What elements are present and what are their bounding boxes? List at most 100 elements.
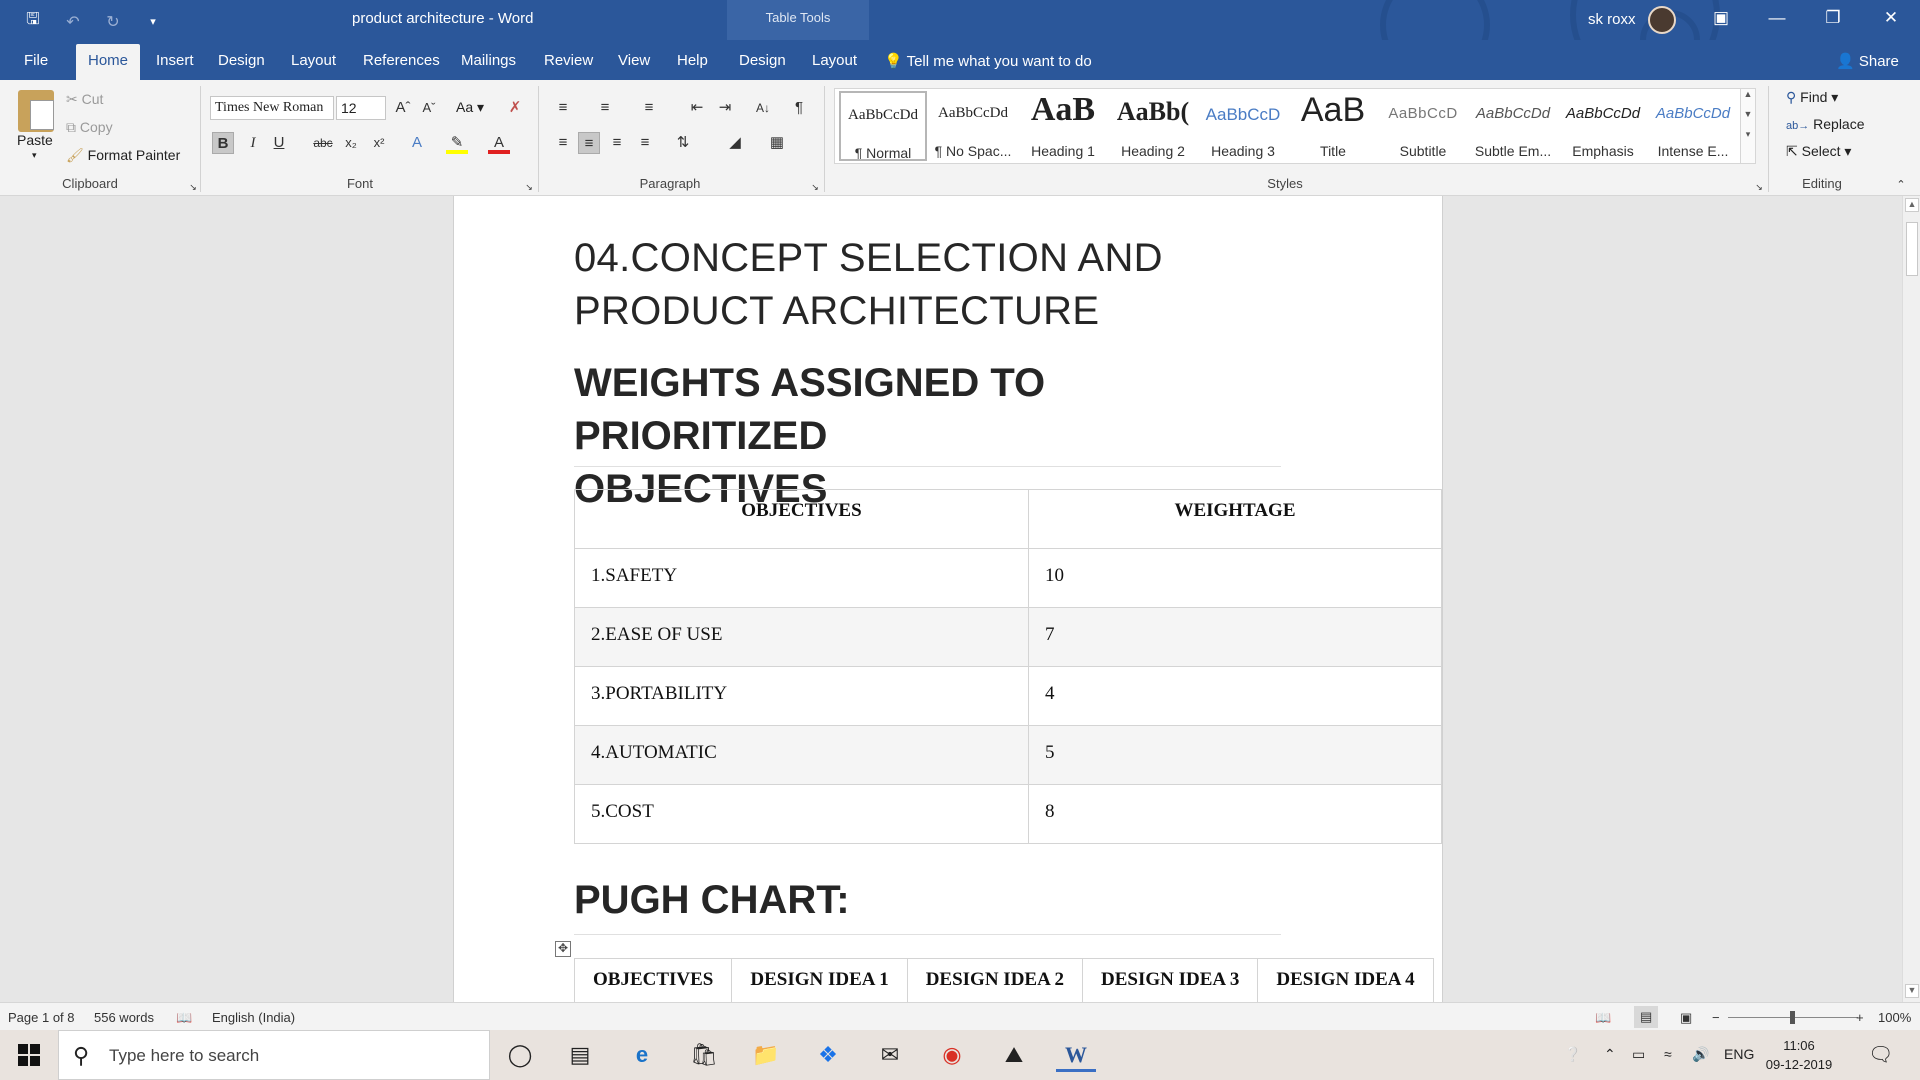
ribbon-display-options-icon[interactable]: ▣ bbox=[1706, 8, 1736, 28]
find-button[interactable]: ⚲ Find ▾ bbox=[1786, 89, 1838, 106]
table-cell[interactable]: 4 bbox=[1027, 666, 1442, 726]
table-header-cell[interactable]: DESIGN IDEA 4 bbox=[1257, 958, 1434, 1002]
increase-indent-icon[interactable]: ⇥ bbox=[714, 97, 736, 119]
justify-icon[interactable]: ≡ bbox=[634, 132, 656, 154]
chrome-icon[interactable]: ◉ bbox=[932, 1038, 972, 1072]
italic-icon[interactable]: I bbox=[242, 132, 264, 154]
format-painter-button[interactable]: 🖌 Format Painter bbox=[66, 147, 180, 164]
text-effects-icon[interactable]: A bbox=[406, 132, 428, 154]
tab-insert[interactable]: Insert bbox=[156, 52, 194, 69]
mail-icon[interactable]: ✉ bbox=[870, 1038, 910, 1072]
scroll-down-icon[interactable]: ▼ bbox=[1905, 984, 1919, 998]
zoom-in-icon[interactable]: + bbox=[1856, 1010, 1864, 1025]
help-icon[interactable]: ❔ bbox=[1564, 1046, 1581, 1063]
word-icon[interactable]: W bbox=[1056, 1038, 1096, 1072]
table-cell[interactable]: 8 bbox=[1027, 784, 1442, 844]
minimize-icon[interactable]: — bbox=[1762, 8, 1792, 28]
task-view-icon[interactable]: ▤ bbox=[560, 1038, 600, 1072]
styles-gallery-scroll[interactable]: ▲ ▼ ▾ bbox=[1740, 88, 1756, 164]
style-subtitle[interactable]: AaBbCcD Subtitle bbox=[1379, 91, 1467, 161]
align-center-icon[interactable]: ≡ bbox=[578, 132, 600, 154]
table-cell[interactable]: 5.COST bbox=[574, 784, 1029, 844]
paragraph-launcher-icon[interactable]: ↘ bbox=[804, 176, 826, 198]
style-heading-2[interactable]: AaBb( Heading 2 bbox=[1109, 91, 1197, 161]
wifi-icon[interactable]: ≈ bbox=[1664, 1046, 1672, 1062]
windows-start-icon[interactable] bbox=[18, 1044, 40, 1066]
tell-me-search[interactable]: 💡 Tell me what you want to do bbox=[884, 52, 1092, 70]
undo-icon[interactable]: ↶ bbox=[62, 12, 84, 32]
sort-icon[interactable]: A↓ bbox=[752, 97, 774, 119]
clear-formatting-icon[interactable]: ✗ bbox=[504, 97, 526, 119]
subscript-icon[interactable]: x₂ bbox=[340, 132, 362, 154]
table-header-cell[interactable]: OBJECTIVES bbox=[574, 489, 1029, 549]
user-name[interactable]: sk roxx bbox=[1588, 11, 1636, 28]
share-button[interactable]: 👤 Share bbox=[1836, 52, 1899, 70]
table-cell[interactable]: 1.SAFETY bbox=[574, 548, 1029, 608]
tab-mailings[interactable]: Mailings bbox=[461, 52, 516, 69]
web-layout-icon[interactable]: ▣ bbox=[1680, 1010, 1692, 1026]
shrink-font-icon[interactable]: Aˇ bbox=[418, 97, 440, 119]
tab-table-design[interactable]: Design bbox=[739, 52, 786, 69]
select-button[interactable]: ⇱ Select ▾ bbox=[1786, 143, 1851, 160]
input-language[interactable]: ENG bbox=[1724, 1046, 1754, 1062]
clock[interactable]: 11:06 09-12-2019 bbox=[1764, 1036, 1834, 1074]
collapse-ribbon-icon[interactable]: ⌃ bbox=[1890, 174, 1912, 196]
style-subtle-emphasis[interactable]: AaBbCcDd Subtle Em... bbox=[1469, 91, 1557, 161]
table-header-cell[interactable]: WEIGHTAGE bbox=[1027, 489, 1442, 549]
tab-table-layout[interactable]: Layout bbox=[812, 52, 857, 69]
highlight-icon[interactable]: ✎ bbox=[446, 132, 468, 154]
paste-button[interactable]: Paste bbox=[17, 132, 53, 148]
table-cell[interactable]: 5 bbox=[1027, 725, 1442, 785]
underline-icon[interactable]: U bbox=[268, 132, 290, 154]
grow-font-icon[interactable]: Aˆ bbox=[392, 97, 414, 119]
copy-button[interactable]: ⧉ Copy bbox=[66, 119, 113, 136]
align-left-icon[interactable]: ≡ bbox=[552, 132, 574, 154]
replace-button[interactable]: ab→ Replace bbox=[1786, 116, 1865, 132]
cortana-icon[interactable]: ◯ bbox=[500, 1038, 540, 1072]
tab-file[interactable]: File bbox=[24, 52, 48, 69]
table-header-cell[interactable]: DESIGN IDEA 2 bbox=[906, 958, 1084, 1002]
table-move-handle-icon[interactable]: ✥ bbox=[555, 941, 571, 957]
style-no-spacing[interactable]: AaBbCcDd ¶ No Spac... bbox=[929, 91, 1017, 161]
proofing-icon[interactable]: 📖 bbox=[176, 1010, 192, 1026]
font-size-input[interactable]: 12 bbox=[336, 96, 386, 120]
table-header-cell[interactable]: OBJECTIVES bbox=[573, 958, 733, 1002]
decrease-indent-icon[interactable]: ⇤ bbox=[686, 97, 708, 119]
change-case-button[interactable]: Aa ▾ bbox=[456, 99, 484, 116]
weights-table[interactable]: OBJECTIVES WEIGHTAGE 1.SAFETY 10 2.EASE … bbox=[574, 489, 1442, 844]
show-hidden-icons-icon[interactable]: ⌃ bbox=[1604, 1046, 1616, 1063]
heading-concept[interactable]: 04.CONCEPT SELECTION AND PRODUCT ARCHITE… bbox=[574, 232, 1194, 338]
zoom-slider-thumb[interactable] bbox=[1790, 1011, 1795, 1024]
paste-icon[interactable] bbox=[18, 90, 54, 132]
table-cell[interactable]: 10 bbox=[1027, 548, 1442, 608]
tab-layout[interactable]: Layout bbox=[291, 52, 336, 69]
table-cell[interactable]: 2.EASE OF USE bbox=[574, 607, 1029, 667]
redo-icon[interactable]: ↻ bbox=[102, 12, 124, 32]
close-icon[interactable]: ✕ bbox=[1876, 8, 1906, 28]
style-title[interactable]: AaB Title bbox=[1289, 91, 1377, 161]
read-mode-icon[interactable]: 📖 bbox=[1595, 1010, 1611, 1026]
scroll-up-icon[interactable]: ▲ bbox=[1905, 198, 1919, 212]
borders-icon[interactable]: ▦ bbox=[766, 132, 788, 154]
tab-review[interactable]: Review bbox=[544, 52, 593, 69]
page-count[interactable]: Page 1 of 8 bbox=[8, 1010, 75, 1025]
tab-view[interactable]: View bbox=[618, 52, 650, 69]
battery-icon[interactable]: ▭ bbox=[1632, 1046, 1645, 1063]
multilevel-list-icon[interactable]: ≡ bbox=[638, 97, 660, 119]
table-cell[interactable]: 3.PORTABILITY bbox=[574, 666, 1029, 726]
store-icon[interactable]: 🛍 bbox=[684, 1038, 724, 1072]
font-name-input[interactable]: Times New Roman bbox=[210, 96, 334, 120]
style-heading-3[interactable]: AaBbCcD Heading 3 bbox=[1199, 91, 1287, 161]
table-header-cell[interactable]: DESIGN IDEA 1 bbox=[731, 958, 908, 1002]
style-emphasis[interactable]: AaBbCcDd Emphasis bbox=[1559, 91, 1647, 161]
styles-launcher-icon[interactable]: ↘ bbox=[1748, 176, 1770, 198]
table-header-cell[interactable]: DESIGN IDEA 3 bbox=[1082, 958, 1259, 1002]
word-count[interactable]: 556 words bbox=[94, 1010, 154, 1025]
show-formatting-icon[interactable]: ¶ bbox=[788, 97, 810, 119]
document-page[interactable]: 04.CONCEPT SELECTION AND PRODUCT ARCHITE… bbox=[453, 196, 1443, 1002]
pugh-table[interactable]: OBJECTIVES DESIGN IDEA 1 DESIGN IDEA 2 D… bbox=[573, 958, 1434, 1002]
zoom-level[interactable]: 100% bbox=[1878, 1010, 1911, 1025]
style-normal[interactable]: AaBbCcDd ¶ Normal bbox=[839, 91, 927, 161]
style-heading-1[interactable]: AaB Heading 1 bbox=[1019, 91, 1107, 161]
align-right-icon[interactable]: ≡ bbox=[606, 132, 628, 154]
